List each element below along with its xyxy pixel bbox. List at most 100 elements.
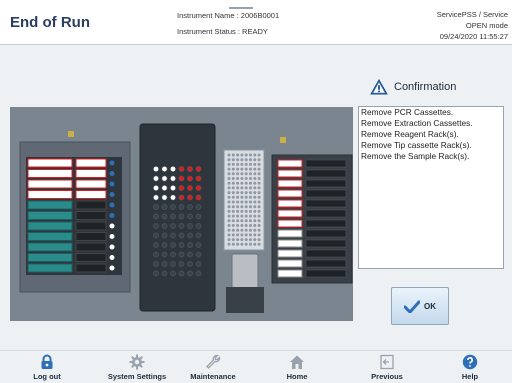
- confirmation-message-box: Remove PCR Cassettes. Remove Extraction …: [358, 106, 504, 269]
- pcr-cassette-slot: [75, 179, 107, 189]
- tip-hole: [253, 158, 257, 162]
- sample-tube-slot: [277, 179, 303, 188]
- tip-hole: [257, 172, 261, 176]
- reagent-well: [153, 232, 159, 239]
- reagent-well: [187, 251, 193, 258]
- tip-hole: [249, 162, 252, 166]
- reagent-well: [195, 232, 202, 239]
- tip-hole: [231, 186, 235, 190]
- instrument-status: Instrument Status : READY: [177, 27, 268, 36]
- tip-hole: [240, 219, 244, 223]
- tip-hole: [253, 153, 257, 157]
- message-line: Remove PCR Cassettes.: [361, 107, 454, 117]
- reagent-well: [178, 232, 185, 239]
- pcr-cassette-slot: [75, 242, 107, 252]
- reagent-well: [178, 175, 185, 182]
- tip-hole: [257, 214, 261, 218]
- previous-label: Previous: [371, 372, 403, 381]
- tip-hole: [236, 205, 240, 209]
- tip-hole: [231, 177, 235, 180]
- pcr-cassette-slot: [75, 169, 107, 178]
- tip-hole: [244, 238, 248, 242]
- tip-hole: [231, 209, 235, 213]
- reagent-well: [153, 270, 159, 277]
- tip-hole: [257, 195, 261, 199]
- tip-hole: [244, 172, 248, 176]
- tip-hole: [231, 153, 235, 157]
- tip-hole: [240, 181, 244, 185]
- confirmation-header: Confirmation: [370, 79, 456, 95]
- pcr-cassette-slot: [75, 263, 107, 273]
- reagent-well: [153, 251, 159, 258]
- reagent-well: [195, 223, 202, 229]
- tip-hole: [240, 205, 244, 209]
- reagent-well: [170, 223, 176, 229]
- tip-hole: [253, 181, 257, 185]
- tip-hole: [253, 242, 257, 246]
- reagent-well: [153, 175, 159, 182]
- reagent-well: [170, 251, 176, 258]
- reagent-well: [170, 166, 176, 172]
- tube-dot: [109, 192, 115, 197]
- sample-rack-slot: [305, 229, 347, 238]
- mode-indicator: OPEN mode: [465, 21, 508, 30]
- reagent-well: [170, 261, 176, 267]
- extraction-cassette-slot: [27, 190, 73, 199]
- tip-hole: [227, 205, 231, 209]
- pcr-cassette-slot: [75, 232, 107, 241]
- tip-hole: [253, 214, 257, 218]
- reagent-well: [161, 175, 168, 182]
- sample-rack-slot: [305, 189, 347, 198]
- reagent-well: [161, 242, 168, 248]
- tip-hole: [257, 167, 261, 171]
- tip-hole: [231, 200, 235, 204]
- tip-hole: [236, 228, 240, 232]
- reagent-well: [153, 242, 159, 248]
- tip-hole: [236, 177, 240, 180]
- sample-rack-slot: [305, 269, 347, 278]
- tip-hole: [244, 158, 248, 162]
- tube-dot: [109, 244, 115, 250]
- tip-hole: [240, 186, 244, 190]
- tip-hole: [249, 177, 252, 180]
- reagent-well: [170, 204, 176, 210]
- logout-button[interactable]: Log out: [26, 354, 68, 381]
- message-line: Remove Tip cassette Rack(s).: [361, 140, 472, 150]
- system-settings-button[interactable]: System Settings: [100, 354, 174, 381]
- tip-hole: [231, 238, 235, 242]
- reagent-well: [195, 194, 202, 201]
- sample-tube-slot: [277, 209, 303, 218]
- message-line: Remove the Sample Rack(s).: [361, 151, 470, 161]
- reagent-well: [153, 223, 159, 229]
- home-button[interactable]: Home: [280, 354, 314, 381]
- pull-tab[interactable]: [229, 7, 253, 9]
- tip-hole: [257, 238, 261, 242]
- tip-hole: [231, 158, 235, 162]
- tip-hole: [253, 205, 257, 209]
- help-button[interactable]: Help: [453, 354, 487, 381]
- tip-hole: [257, 209, 261, 213]
- pcr-cassette-slot: [75, 253, 107, 262]
- reagent-well: [161, 213, 168, 220]
- sample-rack-slot: [305, 159, 347, 168]
- user-info: ServicePSS / Service: [436, 10, 508, 19]
- reagent-well: [170, 185, 176, 191]
- extraction-cassette-slot: [27, 221, 73, 231]
- help-label: Help: [461, 372, 479, 381]
- reagent-well: [187, 242, 193, 248]
- tip-hole: [257, 205, 261, 209]
- tip-hole: [244, 186, 248, 190]
- maintenance-button[interactable]: Maintenance: [186, 354, 240, 381]
- tube-dot: [109, 160, 115, 166]
- tip-hole: [236, 200, 240, 204]
- reagent-well: [195, 204, 202, 210]
- tip-hole: [240, 200, 244, 204]
- tip-hole: [236, 233, 240, 237]
- previous-button[interactable]: Previous: [365, 354, 409, 381]
- reagent-well: [187, 232, 193, 239]
- sample-rack-slot: [305, 219, 347, 228]
- ok-button[interactable]: OK: [391, 287, 449, 325]
- reagent-well: [178, 166, 185, 172]
- extraction-cassette-slot: [27, 158, 73, 168]
- reagent-well: [170, 175, 176, 182]
